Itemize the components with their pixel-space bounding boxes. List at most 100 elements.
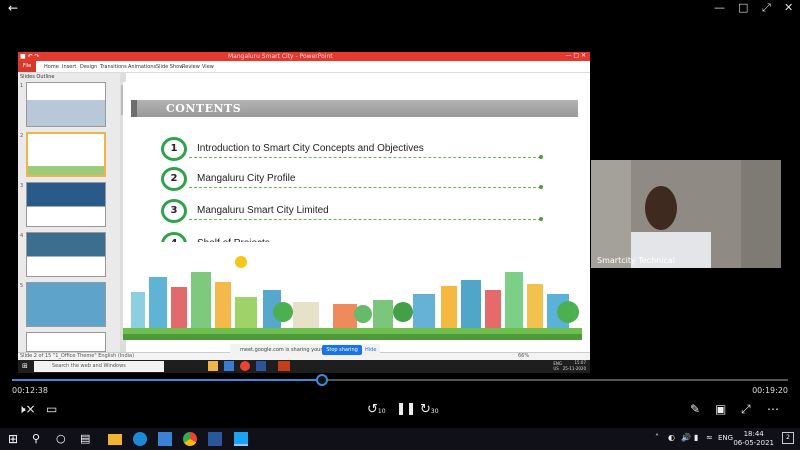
folder-icon [208, 361, 218, 371]
forward-icon[interactable]: ↻30 [420, 402, 439, 417]
slide-thumbnail-1 [26, 82, 106, 127]
fullscreen-icon[interactable]: ⤢ [762, 1, 771, 15]
quick-access-icons: ■ ↶ ↷ [20, 53, 40, 60]
slide-thumbnail-panel: Slides Outline 1 2 3 4 5 [18, 73, 126, 353]
item-text: Mangaluru Smart City Limited [197, 205, 329, 216]
slide-thumbnail-5 [26, 282, 106, 327]
screen-share-bar: meet.google.com is sharing your screen. … [230, 344, 380, 356]
header-accent [131, 100, 137, 117]
ribbon-tab-slideshow: Slide Show [156, 64, 184, 70]
item-number-circle: 1 [161, 137, 187, 161]
shared-search-box: Search the web and Windows [34, 361, 164, 372]
video-player-icon[interactable] [234, 432, 248, 446]
contents-item-1: 1 Introduction to Smart City Concepts an… [161, 137, 543, 163]
ppt-title-bar: ■ ↶ ↷ Mangaluru Smart City - PowerPoint … [18, 52, 590, 61]
search-icon[interactable]: ⚲ [32, 432, 46, 446]
shared-clock: 15:07 25-11-2020 [562, 360, 586, 371]
system-clock[interactable]: 18:44 06-05-2021 [733, 430, 774, 448]
slide-header-bar: CONTENTS [131, 100, 578, 117]
subtitles-icon[interactable]: ▭ [46, 402, 57, 416]
language-indicator[interactable]: ENG [718, 434, 733, 442]
participant-video [591, 160, 781, 268]
divider-end-dot [539, 155, 543, 159]
item-number-circle: 3 [161, 199, 187, 223]
ribbon-tab-file: File [18, 61, 36, 72]
slide-thumbnail-6 [26, 332, 106, 352]
maximize-icon[interactable]: □ [738, 1, 748, 14]
wifi-icon[interactable]: ≈ [706, 433, 713, 442]
shared-screen-powerpoint: ■ ↶ ↷ Mangaluru Smart City - PowerPoint … [18, 52, 590, 360]
status-text: Slide 2 of 15 "1_Office Theme" English (… [20, 353, 135, 359]
store-icon [224, 361, 234, 371]
ribbon-tab-home: Home [44, 64, 59, 70]
edge-icon[interactable] [133, 432, 147, 446]
item-number-circle: 2 [161, 167, 187, 191]
word-icon[interactable] [208, 432, 222, 446]
expand-icon[interactable]: ⤢ [741, 402, 751, 417]
ppt-window-controls-icon: — □ ✕ [565, 52, 586, 59]
ribbon-tab-transitions: Transitions [100, 64, 127, 70]
task-view-icon[interactable]: ▤ [80, 432, 94, 446]
seek-progress [12, 379, 323, 381]
remaining-time: 00:19:20 [752, 386, 788, 395]
battery-icon[interactable]: ▮ [694, 433, 698, 442]
edit-pencil-icon[interactable]: ✎ [690, 402, 700, 416]
dashed-divider [189, 187, 541, 188]
stop-sharing-button[interactable]: Stop sharing [322, 345, 362, 355]
file-explorer-icon[interactable] [108, 434, 122, 445]
slide-thumbnail-4 [26, 232, 106, 277]
zoom-level: 66% [518, 353, 530, 359]
slide-thumbnail-3 [26, 182, 106, 227]
ribbon-tab-insert: Insert [62, 64, 77, 70]
thumb-num-4: 4 [20, 233, 24, 239]
thumb-num-2: 2 [20, 133, 24, 139]
miniview-icon[interactable]: ▣ [715, 402, 726, 416]
pause-icon[interactable]: ❚❚ [396, 401, 416, 415]
slide-title: CONTENTS [166, 102, 242, 115]
dashed-divider [189, 219, 541, 220]
ribbon-tab-view: View [202, 64, 214, 70]
contents-item-2: 2 Mangaluru City Profile [161, 167, 543, 193]
dashed-divider [189, 157, 541, 158]
powerpoint-icon [278, 361, 290, 371]
tray-chevron-icon[interactable]: ˄ [655, 433, 659, 442]
cortana-icon[interactable]: ○ [56, 432, 70, 446]
more-options-icon[interactable]: ⋯ [767, 402, 779, 416]
ribbon-tab-design: Design [80, 64, 98, 70]
participant-video-tile: Smartcity Technical [591, 160, 781, 268]
elapsed-time: 00:12:38 [12, 386, 48, 395]
ribbon-tab-review: Review [182, 64, 200, 70]
chrome-icon[interactable] [183, 432, 197, 446]
rewind-icon[interactable]: ↺10 [367, 402, 386, 417]
divider-end-dot [539, 185, 543, 189]
cityscape-illustration [123, 242, 582, 340]
ppt-doc-title: Mangaluru Smart City - PowerPoint [228, 53, 333, 60]
ppt-ribbon: File Home Insert Design Transitions Anim… [18, 61, 590, 73]
thumb-num-3: 3 [20, 183, 24, 189]
word-icon [256, 361, 266, 371]
hide-button[interactable]: Hide [365, 347, 376, 353]
network-icon[interactable]: ◐ [668, 433, 675, 442]
seek-bar[interactable] [12, 374, 788, 386]
shared-windows-taskbar: ⊞ Search the web and Windows ENG US 15:07… [18, 360, 590, 373]
title-bar: ← — □ ⤢ ✕ [0, 0, 800, 18]
thumb-num-1: 1 [20, 83, 24, 89]
chrome-icon [240, 361, 250, 371]
windows-taskbar: ⊞ ⚲ ○ ▤ ˄ ◐ 🔊 ▮ ≈ ENG 18:44 06-05-2021 2 [0, 428, 800, 450]
windows-start-icon[interactable]: ⊞ [8, 432, 22, 446]
item-text: Mangaluru City Profile [197, 173, 296, 184]
seek-handle[interactable] [316, 374, 329, 386]
close-icon[interactable]: ✕ [784, 1, 793, 14]
volume-mute-icon[interactable]: 🕨× [18, 402, 36, 417]
back-arrow-icon[interactable]: ← [8, 1, 18, 15]
notification-center-icon[interactable]: 2 [782, 432, 794, 444]
mail-icon[interactable] [158, 432, 172, 446]
participant-name: Smartcity Technical [597, 256, 675, 265]
thumb-num-5: 5 [20, 283, 24, 289]
item-text: Introduction to Smart City Concepts and … [197, 143, 424, 154]
windows-start-icon: ⊞ [22, 362, 28, 370]
divider-end-dot [539, 217, 543, 221]
volume-icon[interactable]: 🔊 [681, 433, 691, 442]
video-player-window: ← — □ ⤢ ✕ ■ ↶ ↷ Mangaluru Smart City - P… [0, 0, 800, 450]
minimize-icon[interactable]: — [714, 1, 725, 14]
